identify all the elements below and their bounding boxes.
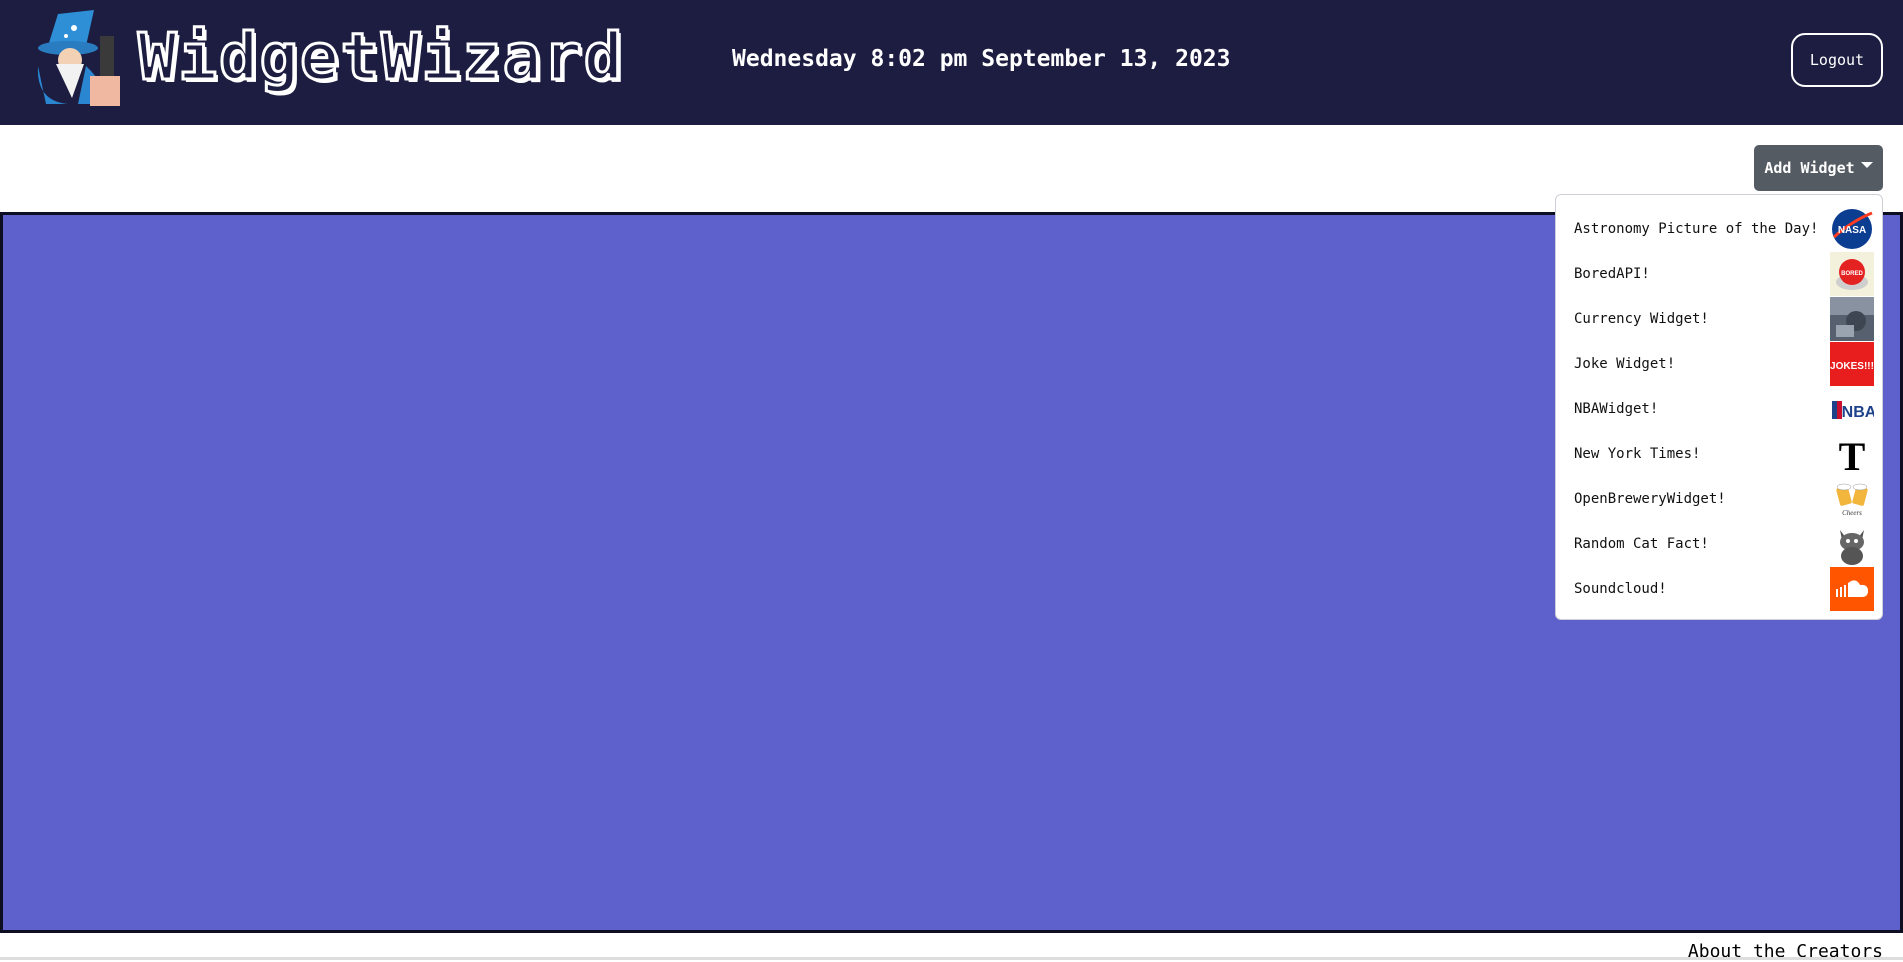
nasa-badge-text: NASA <box>1838 225 1866 236</box>
menu-item-nyt[interactable]: New York Times! T <box>1556 431 1882 476</box>
menu-item-label: OpenBreweryWidget! <box>1574 490 1726 507</box>
wizard-logo-icon <box>28 6 120 106</box>
jokes-badge-text: JOKES!!! <box>1830 361 1874 372</box>
add-widget-dropdown-button[interactable]: Add Widget <box>1754 145 1883 191</box>
menu-item-openbrewery[interactable]: OpenBreweryWidget! Cheers <box>1556 476 1882 521</box>
caret-down-icon <box>1860 162 1873 168</box>
menu-item-joke[interactable]: Joke Widget! JOKES!!! <box>1556 341 1882 386</box>
brewery-cheers-icon: Cheers <box>1830 477 1874 521</box>
cheers-badge-text: Cheers <box>1842 509 1862 517</box>
currency-photo-icon <box>1830 296 1874 341</box>
menu-item-soundcloud[interactable]: Soundcloud! <box>1556 566 1882 611</box>
menu-item-label: NBAWidget! <box>1574 400 1659 417</box>
nasa-logo-icon: NASA <box>1830 207 1874 251</box>
nyt-logo-icon: T <box>1830 432 1874 476</box>
add-widget-menu: Astronomy Picture of the Day! NASA Bored… <box>1555 194 1883 620</box>
nyt-badge-text: T <box>1839 434 1866 476</box>
brand-title: WidgetWizard <box>136 20 625 97</box>
menu-item-label: Currency Widget! <box>1574 310 1709 327</box>
menu-item-bored[interactable]: BoredAPI! BORED <box>1556 251 1882 296</box>
add-widget-label: Add Widget <box>1764 159 1855 177</box>
menu-item-currency[interactable]: Currency Widget! <box>1556 296 1882 341</box>
soundcloud-logo-icon <box>1830 566 1874 611</box>
menu-item-nba[interactable]: NBAWidget! NBA <box>1556 386 1882 431</box>
logout-button[interactable]: Logout <box>1791 33 1883 87</box>
menu-item-label: Random Cat Fact! <box>1574 535 1709 552</box>
bored-button-icon: BORED <box>1830 251 1874 296</box>
menu-item-astronomy[interactable]: Astronomy Picture of the Day! NASA <box>1556 206 1882 251</box>
menu-item-label: Astronomy Picture of the Day! <box>1574 220 1819 237</box>
menu-item-label: Joke Widget! <box>1574 355 1676 372</box>
nba-logo-icon: NBA <box>1830 387 1874 431</box>
top-navbar: WidgetWizard Wednesday 8:02 pm September… <box>0 0 1903 125</box>
jokes-logo-icon: JOKES!!! <box>1830 341 1874 386</box>
menu-item-label: Soundcloud! <box>1574 580 1667 597</box>
menu-item-label: New York Times! <box>1574 445 1701 462</box>
bored-badge-text: BORED <box>1841 271 1863 277</box>
nba-badge-text: NBA <box>1842 404 1874 421</box>
menu-item-catfact[interactable]: Random Cat Fact! <box>1556 521 1882 566</box>
menu-item-label: BoredAPI! <box>1574 265 1650 282</box>
current-datetime: Wednesday 8:02 pm September 13, 2023 <box>732 46 1231 72</box>
cat-icon <box>1830 522 1874 566</box>
